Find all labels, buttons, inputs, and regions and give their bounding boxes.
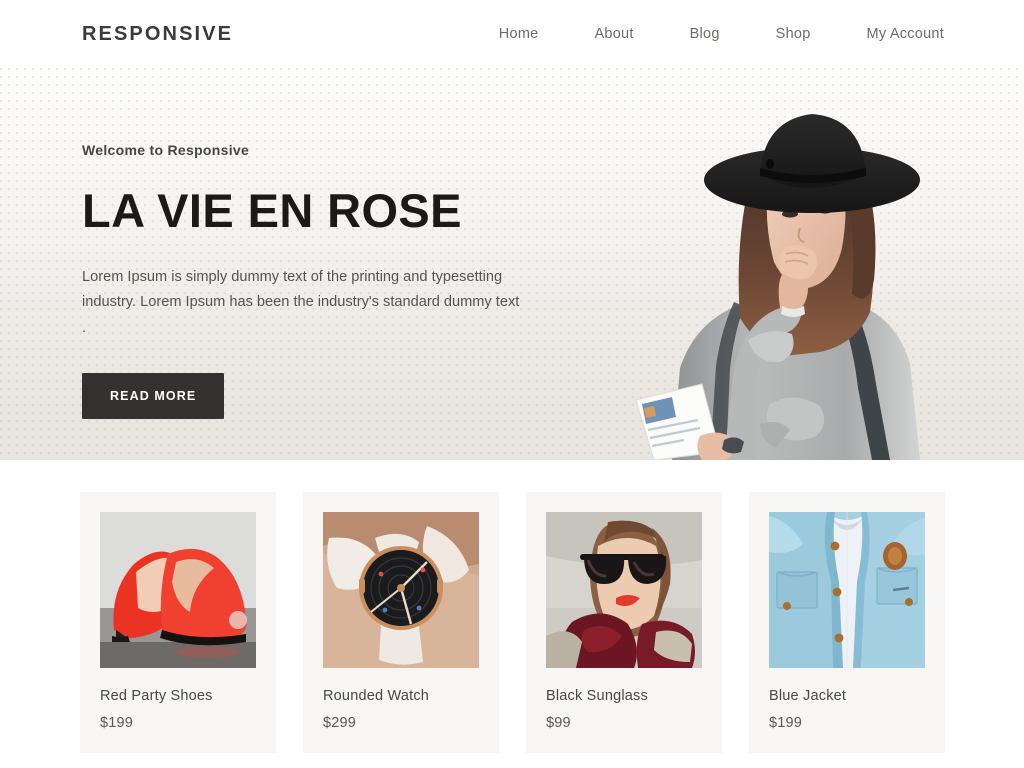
product-name: Blue Jacket xyxy=(769,688,847,704)
product-image-black-sunglass xyxy=(546,512,702,668)
product-grid: Red Party Shoes $199 Rounded Watch $299 … xyxy=(0,460,1024,768)
hero-image xyxy=(584,68,1024,460)
product-price: $199 xyxy=(100,715,134,731)
hero-title: LA VIE EN ROSE xyxy=(82,184,462,237)
nav-item-shop[interactable]: Shop xyxy=(748,26,839,42)
product-image-rounded-watch xyxy=(323,512,479,668)
product-name: Black Sunglass xyxy=(546,688,648,704)
site-header: RESPONSIVE Home About Blog Shop My Accou… xyxy=(0,0,1024,68)
nav-item-home[interactable]: Home xyxy=(471,26,567,42)
product-name: Rounded Watch xyxy=(323,688,430,704)
nav-item-about[interactable]: About xyxy=(566,26,661,42)
product-price: $99 xyxy=(546,715,571,731)
product-card-red-party-shoes[interactable]: Red Party Shoes $199 xyxy=(80,492,276,753)
hero-eyebrow: Welcome to Responsive xyxy=(82,142,250,158)
product-image-blue-jacket xyxy=(769,512,925,668)
hero-section: Welcome to Responsive LA VIE EN ROSE Lor… xyxy=(0,68,1024,460)
nav-item-my-account[interactable]: My Account xyxy=(839,26,944,42)
hero-content: Welcome to Responsive LA VIE EN ROSE Lor… xyxy=(82,142,552,419)
product-image-red-party-shoes xyxy=(100,512,256,668)
site-logo[interactable]: RESPONSIVE xyxy=(82,23,233,46)
product-card-blue-jacket[interactable]: Blue Jacket $199 xyxy=(749,492,945,753)
product-price: $199 xyxy=(769,715,803,731)
product-card-black-sunglass[interactable]: Black Sunglass $99 xyxy=(526,492,722,753)
nav-item-blog[interactable]: Blog xyxy=(662,26,748,42)
product-price: $299 xyxy=(323,715,357,731)
product-name: Red Party Shoes xyxy=(100,688,213,704)
hero-description: Lorem Ipsum is simply dummy text of the … xyxy=(82,269,520,336)
read-more-button[interactable]: READ MORE xyxy=(82,372,225,419)
main-navigation: Home About Blog Shop My Account xyxy=(471,26,944,42)
product-card-rounded-watch[interactable]: Rounded Watch $299 xyxy=(303,492,499,753)
